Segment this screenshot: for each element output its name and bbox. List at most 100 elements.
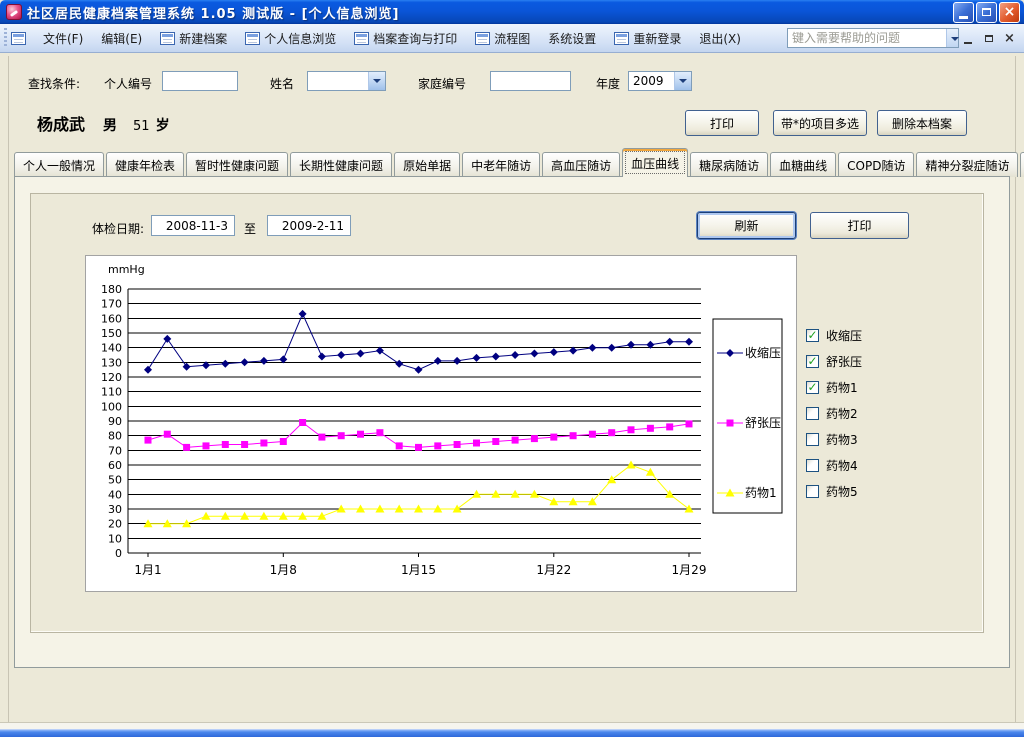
tab-label: 个人一般情况 <box>23 157 95 174</box>
taskbar-strip <box>0 729 1024 737</box>
menu-item-8[interactable]: 退出(X) <box>690 24 750 52</box>
toolbar-grip[interactable] <box>4 28 7 48</box>
checkbox-icon[interactable] <box>806 407 819 420</box>
tab-label: 血压曲线 <box>631 155 679 172</box>
checkbox-label: 收缩压 <box>826 327 862 344</box>
date-from-input[interactable] <box>151 215 235 236</box>
tab-label: 精神分裂症随访 <box>925 157 1009 174</box>
tab-label: 原始单据 <box>403 157 451 174</box>
svg-text:1月29: 1月29 <box>672 563 707 577</box>
svg-text:1月1: 1月1 <box>134 563 161 577</box>
tab-11[interactable]: 精神分裂症随访 <box>916 152 1018 177</box>
series-checkbox-3[interactable]: 药物2 <box>806 400 862 426</box>
checkbox-icon[interactable]: ✓ <box>806 329 819 342</box>
menu-item-label: 编辑(E) <box>101 30 142 47</box>
minimize-button[interactable] <box>953 2 974 23</box>
series-checkbox-2[interactable]: ✓ 药物1 <box>806 374 862 400</box>
menu-item-4[interactable]: 档案查询与打印 <box>345 24 466 52</box>
svg-text:80: 80 <box>108 430 122 443</box>
help-dropdown-icon[interactable] <box>946 29 958 47</box>
help-search-input[interactable] <box>788 29 946 47</box>
checkbox-icon[interactable] <box>806 485 819 498</box>
restore-button[interactable] <box>976 2 997 23</box>
checkbox-icon[interactable] <box>806 433 819 446</box>
multiselect-button[interactable]: 带*的项目多选 <box>773 110 867 136</box>
series-checkbox-0[interactable]: ✓ 收缩压 <box>806 322 862 348</box>
mdi-minimize-button[interactable] <box>959 30 976 47</box>
tab-5[interactable]: 中老年随访 <box>462 152 540 177</box>
svg-text:70: 70 <box>108 444 122 457</box>
tab-10[interactable]: COPD随访 <box>838 152 914 177</box>
series-checkboxes: ✓ 收缩压 ✓ 舒张压 ✓ 药物1 药物2 药物3 药物4 药物5 <box>806 322 862 504</box>
menu-item-label: 流程图 <box>494 30 530 47</box>
patient-age-unit: 岁 <box>156 115 170 135</box>
menu-item-label: 个人信息浏览 <box>264 30 336 47</box>
name-combo[interactable] <box>307 71 386 91</box>
tab-label: 高血压随访 <box>551 157 611 174</box>
tab-label: COPD随访 <box>847 157 905 174</box>
mdi-close-button[interactable]: × <box>1001 30 1018 47</box>
tab-1[interactable]: 健康年检表 <box>106 152 184 177</box>
menu-items: 文件(F) 编辑(E) 新建档案 个人信息浏览档案查询与打印 流程图系统设置 重新登录退出… <box>34 24 750 52</box>
checkbox-icon[interactable] <box>806 459 819 472</box>
year-combo-arrow-icon[interactable] <box>674 72 691 90</box>
series-checkbox-1[interactable]: ✓ 舒张压 <box>806 348 862 374</box>
title-bar: 社区居民健康档案管理系统 1.05 测试版 - [个人信息浏览] × <box>0 0 1024 24</box>
series-checkbox-6[interactable]: 药物5 <box>806 478 862 504</box>
tab-bar: 个人一般情况健康年检表暂时性健康问题长期性健康问题原始单据 中老年随访 高血压随访 血… <box>14 148 1010 177</box>
menu-item-1[interactable]: 编辑(E) <box>92 24 151 52</box>
svg-text:140: 140 <box>101 342 122 355</box>
year-label: 年度 <box>596 75 620 92</box>
menu-item-label: 文件(F) <box>43 30 83 47</box>
menu-item-6[interactable]: 系统设置 <box>539 24 605 52</box>
series-checkbox-5[interactable]: 药物4 <box>806 452 862 478</box>
tab-4[interactable]: 原始单据 <box>394 152 460 177</box>
mdi-restore-icon <box>985 35 993 42</box>
mdi-window-controls: × <box>959 30 1018 47</box>
tab-7[interactable]: 血压曲线 <box>622 148 688 177</box>
tab-label: 糖尿病随访 <box>699 157 759 174</box>
close-button[interactable]: × <box>999 2 1020 23</box>
menu-item-2[interactable]: 新建档案 <box>151 24 236 52</box>
checkbox-label: 药物3 <box>826 431 858 448</box>
family-id-input[interactable] <box>490 71 571 91</box>
tab-label: 中老年随访 <box>471 157 531 174</box>
checkbox-icon[interactable]: ✓ <box>806 355 819 368</box>
series-checkbox-4[interactable]: 药物3 <box>806 426 862 452</box>
svg-text:110: 110 <box>101 386 122 399</box>
menu-item-7[interactable]: 重新登录 <box>605 24 690 52</box>
date-to-input[interactable] <box>267 215 351 236</box>
checkbox-label: 舒张压 <box>826 353 862 370</box>
personal-id-input[interactable] <box>162 71 238 91</box>
tab-3[interactable]: 长期性健康问题 <box>290 152 392 177</box>
frame-line-left <box>8 56 9 722</box>
app-window: 社区居民健康档案管理系统 1.05 测试版 - [个人信息浏览] × 文件(F)… <box>0 0 1024 737</box>
tab-8[interactable]: 糖尿病随访 <box>690 152 768 177</box>
checkbox-icon[interactable]: ✓ <box>806 381 819 394</box>
menu-item-3[interactable]: 个人信息浏览 <box>236 24 345 52</box>
search-criteria-label: 查找条件: <box>28 75 80 92</box>
checkbox-label: 药物4 <box>826 457 858 474</box>
refresh-button[interactable]: 刷新 <box>697 212 796 239</box>
tab-9[interactable]: 血糖曲线 <box>770 152 836 177</box>
print-record-button[interactable]: 打印 <box>685 110 759 136</box>
svg-text:150: 150 <box>101 327 122 340</box>
tab-12[interactable]: 结核病随访 <box>1020 152 1024 177</box>
form-icon <box>354 32 369 45</box>
name-combo-arrow-icon[interactable] <box>368 72 385 90</box>
minimize-icon <box>959 16 968 19</box>
menu-item-0[interactable]: 文件(F) <box>34 24 92 52</box>
print-chart-button[interactable]: 打印 <box>810 212 909 239</box>
year-combo[interactable]: 2009 <box>628 71 692 91</box>
tab-6[interactable]: 高血压随访 <box>542 152 620 177</box>
tab-2[interactable]: 暂时性健康问题 <box>186 152 288 177</box>
patient-name: 杨成武 <box>37 111 85 135</box>
menu-item-label: 重新登录 <box>633 30 681 47</box>
checkbox-label: 药物1 <box>826 379 858 396</box>
tab-0[interactable]: 个人一般情况 <box>14 152 104 177</box>
tab-label: 血糖曲线 <box>779 157 827 174</box>
child-window-icon[interactable] <box>11 32 26 45</box>
delete-record-button[interactable]: 删除本档案 <box>877 110 967 136</box>
mdi-restore-button[interactable] <box>980 30 997 47</box>
menu-item-5[interactable]: 流程图 <box>466 24 539 52</box>
